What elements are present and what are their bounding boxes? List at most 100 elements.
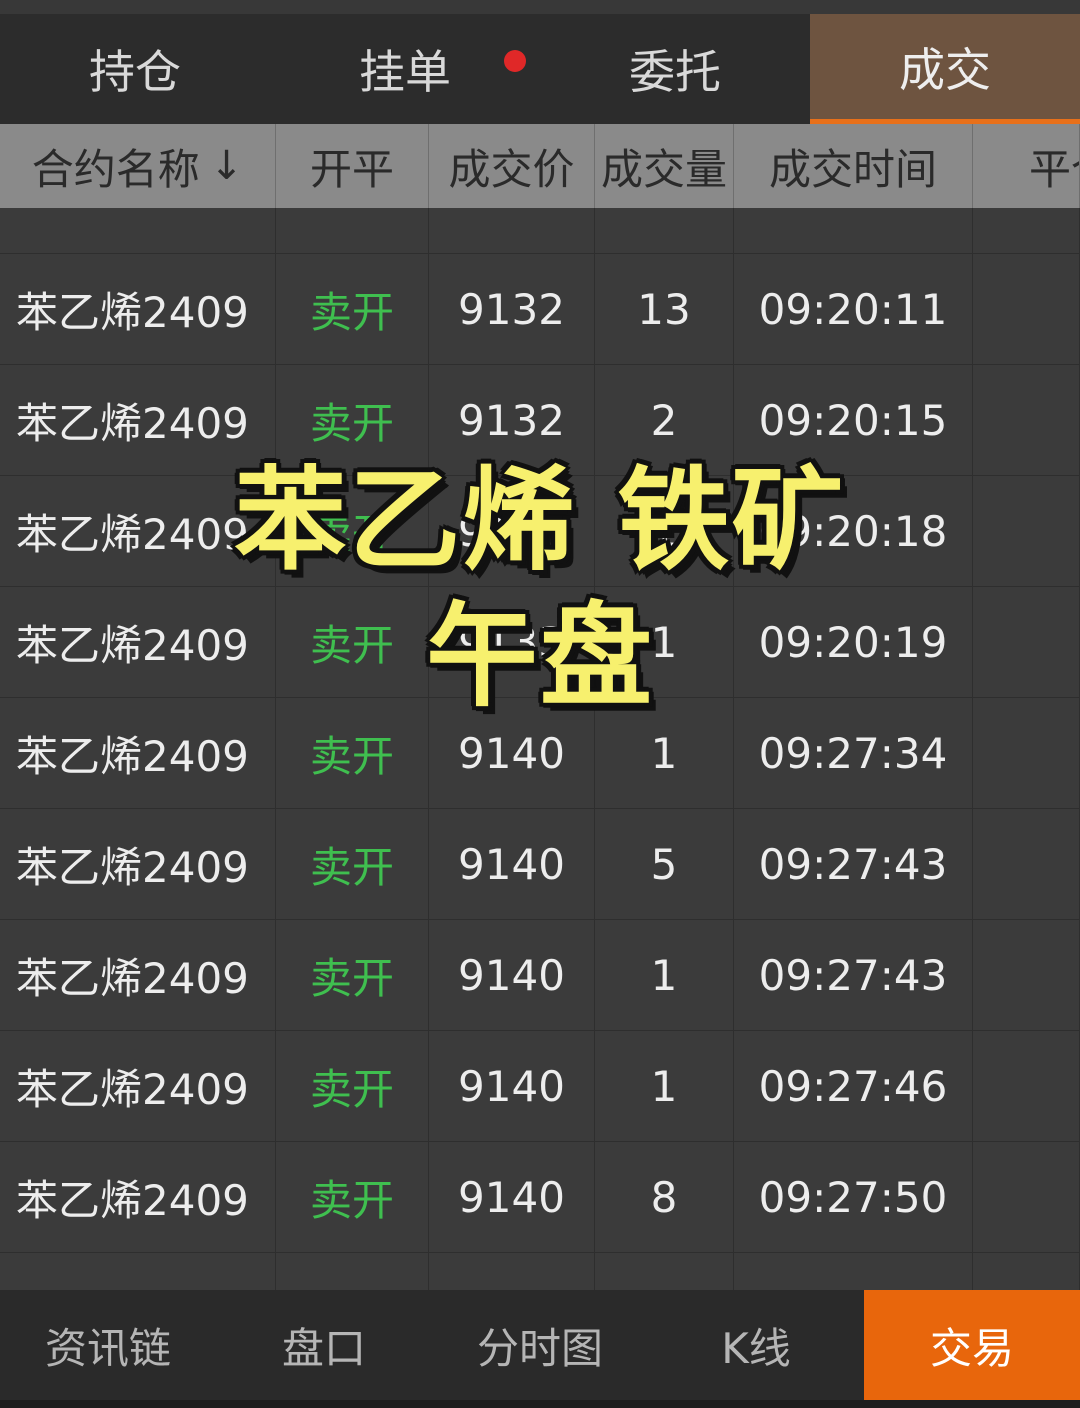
partial-cell bbox=[276, 1253, 429, 1290]
cell-price: 9140 bbox=[429, 698, 595, 808]
tab-positions[interactable]: 持仓 bbox=[0, 14, 270, 124]
col-header-time[interactable]: 成交时间 bbox=[734, 124, 973, 208]
table-row[interactable]: 苯乙烯2409 卖开 9133 1 09:20:19 bbox=[0, 587, 1080, 698]
nav-kline-label: K线 bbox=[721, 1323, 791, 1373]
cell-side: 卖开 bbox=[276, 809, 429, 919]
cell-side: 卖开 bbox=[276, 1142, 429, 1252]
cell-contract: 苯乙烯2409 bbox=[0, 920, 276, 1030]
cell-time: 09:27:50 bbox=[734, 1142, 973, 1252]
tab-positions-label: 持仓 bbox=[89, 45, 181, 99]
col-header-close-label: 平仓 bbox=[1029, 144, 1079, 194]
cell-qty: 1 bbox=[595, 698, 734, 808]
cell-close bbox=[973, 254, 1080, 364]
partial-cell bbox=[429, 1253, 595, 1290]
cell-price: 9140 bbox=[429, 1142, 595, 1252]
trades-table: 合约名称↓ 开平 成交价 成交量 成交时间 平仓 bbox=[0, 124, 1080, 1290]
cell-contract: 苯乙烯2409 bbox=[0, 587, 276, 697]
cell-side: 卖开 bbox=[276, 920, 429, 1030]
cell-qty: 1 bbox=[595, 1031, 734, 1141]
partial-cell bbox=[734, 1253, 973, 1290]
bottom-nav: 资讯链 盘口 分时图 K线 交易 bbox=[0, 1290, 1080, 1400]
nav-order-book-label: 盘口 bbox=[281, 1323, 366, 1373]
col-header-close[interactable]: 平仓 bbox=[973, 124, 1080, 208]
cell-price: 9132 bbox=[429, 365, 595, 475]
cell-close bbox=[973, 809, 1080, 919]
cell-time: 09:20:11 bbox=[734, 254, 973, 364]
cell-time: 09:27:43 bbox=[734, 920, 973, 1030]
table-row[interactable]: 苯乙烯2409 卖开 9140 1 09:27:46 bbox=[0, 1031, 1080, 1142]
table-row[interactable]: 苯乙烯2409 卖开 9140 8 09:27:50 bbox=[0, 1142, 1080, 1253]
cell-side: 卖开 bbox=[276, 254, 429, 364]
table-row[interactable]: 苯乙烯2409 卖开 9140 1 09:27:34 bbox=[0, 698, 1080, 809]
cell-side: 卖开 bbox=[276, 476, 429, 586]
col-header-contract[interactable]: 合约名称 ↓ bbox=[0, 124, 276, 208]
cell-close bbox=[973, 587, 1080, 697]
cell-contract: 苯乙烯2409 bbox=[0, 698, 276, 808]
col-header-open-close-label: 开平 bbox=[309, 144, 394, 194]
tab-orders[interactable]: 委托 bbox=[540, 14, 810, 124]
cell-close bbox=[973, 1142, 1080, 1252]
cell-qty: 1 bbox=[595, 920, 734, 1030]
table-row[interactable]: 苯乙烯2409 卖开 9140 1 09:27:43 bbox=[0, 920, 1080, 1031]
tab-trades[interactable]: 成交 bbox=[810, 14, 1080, 124]
top-tabs: 持仓 挂单 委托 成交 bbox=[0, 14, 1080, 124]
sort-arrow-down-icon: ↓ bbox=[209, 143, 244, 189]
cell-close bbox=[973, 365, 1080, 475]
col-header-volume[interactable]: 成交量 bbox=[595, 124, 734, 208]
tab-trades-label: 成交 bbox=[899, 42, 991, 97]
cell-contract: 苯乙烯2409 bbox=[0, 1031, 276, 1141]
cell-qty: 5 bbox=[595, 809, 734, 919]
cell-price: 9133 bbox=[429, 587, 595, 697]
cell-qty: 2 bbox=[595, 365, 734, 475]
cell-side: 卖开 bbox=[276, 1031, 429, 1141]
table-row[interactable]: 苯乙烯2409 卖开 9132 13 09:20:11 bbox=[0, 254, 1080, 365]
cell-qty: 1 bbox=[595, 587, 734, 697]
col-header-price-label: 成交价 bbox=[448, 144, 575, 194]
nav-intraday-chart[interactable]: 分时图 bbox=[432, 1290, 648, 1400]
cell-price: 9132 bbox=[429, 476, 595, 586]
cell-time: 09:27:46 bbox=[734, 1031, 973, 1141]
partial-cell bbox=[595, 1253, 734, 1290]
notification-dot-icon bbox=[504, 50, 526, 72]
cell-price: 9140 bbox=[429, 920, 595, 1030]
cell-side: 卖开 bbox=[276, 587, 429, 697]
col-header-price[interactable]: 成交价 bbox=[429, 124, 595, 208]
cell-contract: 苯乙烯2409 bbox=[0, 1142, 276, 1252]
nav-news-chain-label: 资讯链 bbox=[44, 1323, 171, 1373]
cell-contract: 苯乙烯2409 bbox=[0, 254, 276, 364]
table-header: 合约名称↓ 开平 成交价 成交量 成交时间 平仓 bbox=[0, 124, 1080, 208]
table-row[interactable]: 苯乙烯2409 卖开 9140 5 09:27:43 bbox=[0, 809, 1080, 920]
cell-contract: 苯乙烯2409 bbox=[0, 809, 276, 919]
cell-qty: 13 bbox=[595, 254, 734, 364]
tab-pending-orders[interactable]: 挂单 bbox=[270, 14, 540, 124]
trade-screen: 持仓 挂单 委托 成交 合约名称 ↓ 开平 成交价 成交量 成交时间 平 苯乙烯… bbox=[0, 0, 1080, 1408]
cell-contract: 苯乙烯2409 bbox=[0, 365, 276, 475]
nav-intraday-chart-label: 分时图 bbox=[476, 1323, 603, 1373]
cell-qty: 1 bbox=[595, 476, 734, 586]
nav-kline[interactable]: K线 bbox=[648, 1290, 864, 1400]
status-strip bbox=[0, 0, 1080, 14]
cell-close bbox=[973, 698, 1080, 808]
cell-contract: 苯乙烯2409 bbox=[0, 476, 276, 586]
table-row[interactable]: 苯乙烯2409 卖开 9132 2 09:20:15 bbox=[0, 365, 1080, 476]
nav-order-book[interactable]: 盘口 bbox=[216, 1290, 432, 1400]
cell-price: 9132 bbox=[429, 254, 595, 364]
cell-time: 09:20:18 bbox=[734, 476, 973, 586]
cell-time: 09:27:34 bbox=[734, 698, 973, 808]
bottom-strip bbox=[0, 1400, 1080, 1408]
cell-close bbox=[973, 920, 1080, 1030]
nav-trade[interactable]: 交易 bbox=[864, 1290, 1080, 1400]
cell-time: 09:20:15 bbox=[734, 365, 973, 475]
cell-side: 卖开 bbox=[276, 698, 429, 808]
table-row-partial bbox=[0, 1253, 1080, 1290]
col-header-time-label: 成交时间 bbox=[768, 144, 937, 194]
cell-qty: 8 bbox=[595, 1142, 734, 1252]
cell-close bbox=[973, 476, 1080, 586]
nav-news-chain[interactable]: 资讯链 bbox=[0, 1290, 216, 1400]
col-header-contract-label: 合约名称 bbox=[31, 144, 200, 194]
table-row[interactable]: 苯乙烯2409 卖开 9132 1 09:20:18 bbox=[0, 476, 1080, 587]
cell-side: 卖开 bbox=[276, 365, 429, 475]
col-header-open-close[interactable]: 开平 bbox=[276, 124, 429, 208]
tab-orders-label: 委托 bbox=[629, 45, 721, 99]
cell-price: 9140 bbox=[429, 1031, 595, 1141]
